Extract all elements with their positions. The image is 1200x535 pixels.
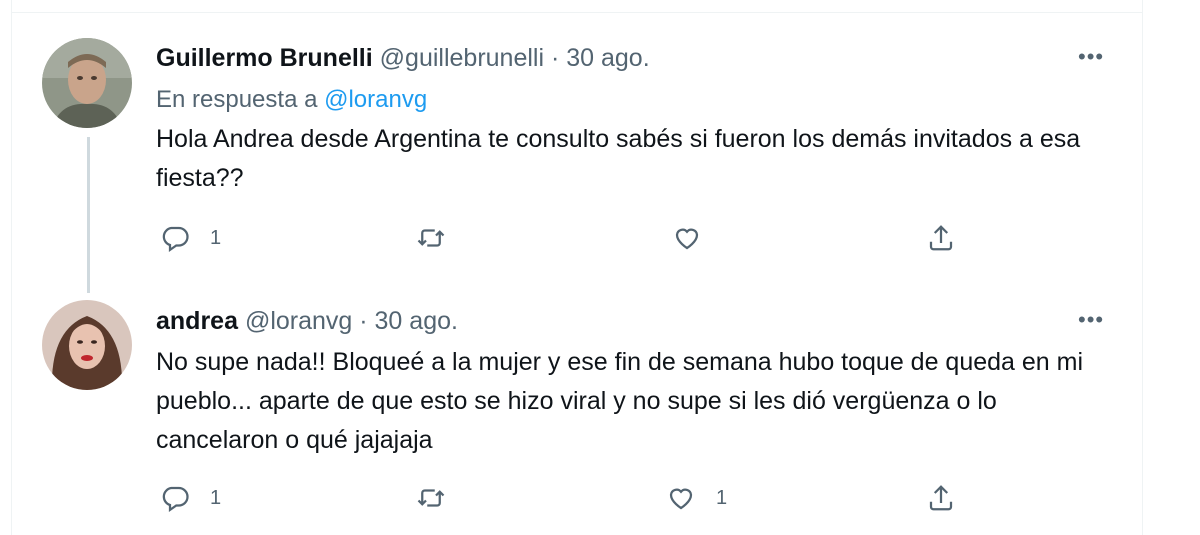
more-options-icon[interactable]: ••• xyxy=(1078,307,1104,333)
reply-button[interactable]: 1 xyxy=(160,223,221,253)
reply-icon xyxy=(162,226,189,253)
avatar[interactable] xyxy=(42,38,132,128)
share-icon xyxy=(929,485,953,511)
tweet-date[interactable]: 30 ago. xyxy=(375,307,458,335)
separator: · xyxy=(544,44,567,72)
more-options-icon[interactable]: ••• xyxy=(1078,44,1104,70)
reply-count: 1 xyxy=(210,486,222,509)
tweet-header: Guillermo Brunelli @guillebrunelli · 30 … xyxy=(156,44,650,73)
reply-prefix: En respuesta a xyxy=(156,86,325,113)
like-button[interactable] xyxy=(672,223,722,253)
reply-context: En respuesta a @loranvg xyxy=(156,86,427,114)
retweet-icon xyxy=(417,229,445,247)
divider xyxy=(11,12,1142,13)
tweet-header: andrea @loranvg · 30 ago. xyxy=(156,307,458,336)
retweet-icon xyxy=(417,489,445,507)
thread-line xyxy=(87,137,90,293)
author-handle[interactable]: @loranvg xyxy=(245,307,352,335)
retweet-button[interactable] xyxy=(416,483,466,513)
tweet-text: No supe nada!! Bloqueé a la mujer y ese … xyxy=(156,348,1084,454)
like-icon xyxy=(675,228,699,250)
avatar[interactable] xyxy=(42,300,132,390)
tweet-text: Hola Andrea desde Argentina te consulto … xyxy=(156,125,1081,192)
like-count: 1 xyxy=(716,486,728,509)
author-name[interactable]: Guillermo Brunelli xyxy=(156,44,373,72)
like-button[interactable]: 1 xyxy=(666,483,727,513)
reply-to-link[interactable]: @loranvg xyxy=(324,86,427,113)
like-icon xyxy=(669,488,693,510)
share-button[interactable] xyxy=(926,483,956,513)
reply-button[interactable]: 1 xyxy=(160,483,221,513)
tweet-date[interactable]: 30 ago. xyxy=(566,44,649,72)
reply-icon xyxy=(162,486,189,513)
author-name[interactable]: andrea xyxy=(156,307,238,335)
separator: · xyxy=(352,307,375,335)
author-handle[interactable]: @guillebrunelli xyxy=(380,44,544,72)
retweet-button[interactable] xyxy=(416,223,466,253)
reply-count: 1 xyxy=(210,226,222,249)
share-button[interactable] xyxy=(926,223,956,253)
share-icon xyxy=(929,225,953,251)
